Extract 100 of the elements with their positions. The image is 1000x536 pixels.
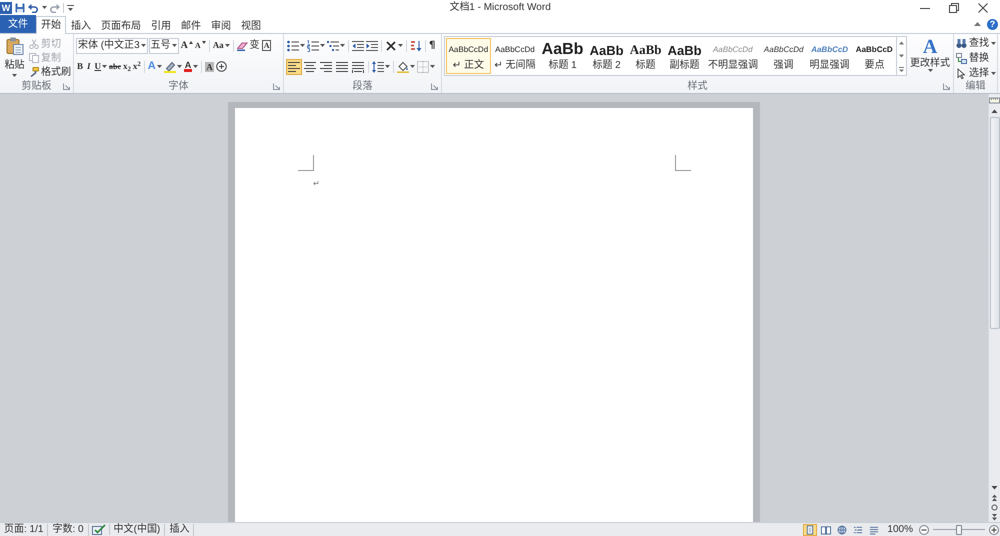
font-color-button[interactable]: A — [182, 58, 200, 74]
align-left-icon[interactable] — [286, 58, 302, 74]
caret-icon[interactable] — [991, 42, 996, 44]
help-button[interactable]: ? — [987, 18, 998, 30]
format-painter-button[interactable]: 格式刷 — [29, 65, 71, 79]
paste-button[interactable]: 粘贴 — [2, 34, 27, 80]
style-name: 标题 — [636, 60, 656, 72]
caret-icon[interactable] — [12, 74, 17, 77]
ribbon-tab[interactable]: 视图 — [236, 17, 266, 34]
caret-icon[interactable] — [340, 44, 345, 47]
caret-icon[interactable] — [385, 65, 390, 68]
dialog-launcher-icon[interactable] — [431, 83, 438, 90]
style-option[interactable]: AaBb 标题 1 — [539, 38, 586, 74]
phonetic-guide-button[interactable]: 变 — [248, 38, 261, 54]
numbering-button[interactable] — [306, 38, 326, 54]
show-marks-button[interactable]: ¶ — [428, 38, 436, 54]
style-option[interactable]: AaBbCcDd 强调 — [761, 38, 806, 74]
caret-up-icon[interactable] — [974, 22, 981, 26]
two-pages-icon[interactable] — [819, 524, 834, 536]
caret-icon[interactable] — [140, 44, 146, 47]
scroll-down-icon[interactable] — [989, 483, 1000, 492]
ribbon-tab[interactable]: 插入 — [66, 17, 96, 34]
caret-icon[interactable] — [928, 69, 933, 72]
double-down-arrow-icon[interactable] — [989, 513, 1000, 522]
zoom-out-icon[interactable] — [919, 524, 929, 534]
grow-font-button[interactable]: A — [180, 38, 194, 54]
font-size-field[interactable]: 五号 — [148, 38, 179, 54]
caret-icon[interactable] — [102, 65, 108, 68]
caret-icon[interactable] — [42, 6, 47, 9]
circle-icon[interactable] — [989, 503, 1000, 512]
increase-indent-icon[interactable] — [366, 40, 378, 52]
checked-box-icon[interactable] — [92, 524, 106, 535]
zoom-level[interactable]: 100% — [883, 524, 917, 536]
caret-icon[interactable] — [300, 44, 305, 47]
caret-icon[interactable] — [991, 72, 996, 74]
style-option[interactable]: AaBb 副标题 — [665, 38, 704, 74]
italic-button[interactable]: I — [84, 58, 94, 74]
caret-icon[interactable] — [156, 65, 162, 68]
ribbon-tab[interactable]: 审阅 — [206, 17, 236, 34]
style-option[interactable]: AaBbCcDd ↵ 正文 — [446, 38, 491, 74]
zoom-slider-thumb[interactable] — [956, 524, 962, 534]
zoom-in-icon[interactable] — [989, 524, 999, 534]
borders-button[interactable] — [416, 58, 436, 74]
style-option[interactable]: AaBb 标题 2 — [587, 38, 626, 74]
caret-icon[interactable] — [398, 44, 403, 47]
word-count[interactable]: 字数: 0 — [48, 524, 89, 536]
eraser-icon — [236, 40, 248, 50]
bold-button[interactable]: B — [76, 58, 84, 74]
strikethrough-button[interactable]: abc — [108, 58, 122, 74]
bullets-button[interactable] — [286, 38, 306, 54]
insert-mode-indicator[interactable]: 插入 — [165, 524, 194, 536]
caret-icon[interactable] — [176, 65, 182, 68]
font-name-field[interactable]: 宋体 (中文正3 — [76, 38, 148, 54]
restore-icon[interactable] — [949, 2, 959, 12]
ribbon-tab[interactable]: 邮件 — [176, 17, 206, 34]
ribbon-tab[interactable]: 开始 — [36, 16, 66, 34]
file-tab[interactable]: 文件 — [0, 15, 36, 33]
style-name: 标题 1 — [548, 60, 577, 72]
caret-icon[interactable] — [430, 65, 435, 68]
line-spacing-button[interactable] — [371, 58, 391, 74]
select-button[interactable]: 选择 — [956, 66, 996, 80]
ribbon-tab[interactable]: 引用 — [146, 17, 176, 34]
style-option[interactable]: AaBbCcD 要点 — [853, 38, 896, 74]
style-preview: AaBbCcD — [811, 44, 848, 56]
caret-icon[interactable] — [224, 44, 230, 47]
style-option[interactable]: AaBbCcD 明显强调 — [807, 38, 852, 74]
save-icon[interactable] — [15, 2, 25, 12]
subscript-button[interactable]: x$_{2}$ — [122, 58, 132, 74]
caret-icon[interactable] — [193, 65, 198, 68]
enclose-character-button[interactable] — [214, 58, 228, 74]
undo-icon[interactable] — [28, 2, 38, 12]
find-button[interactable]: 查找 — [956, 36, 996, 50]
replace-button[interactable]: 替换 — [956, 51, 996, 65]
change-case-button[interactable]: Aa — [212, 38, 231, 54]
dialog-launcher-icon[interactable] — [273, 83, 280, 90]
ribbon-tab[interactable]: 页面布局 — [96, 17, 146, 34]
globe-icon[interactable] — [835, 524, 850, 536]
language-indicator[interactable]: 中文(中国) — [110, 524, 166, 536]
decrease-indent-icon[interactable] — [352, 40, 364, 52]
style-option[interactable]: AaBbCcDd 不明显强调 — [705, 38, 760, 74]
cross-icon — [385, 40, 397, 52]
underline-button[interactable]: U — [94, 58, 108, 74]
caret-icon[interactable] — [320, 44, 325, 47]
dialog-launcher-icon[interactable] — [63, 83, 70, 90]
close-icon[interactable] — [978, 2, 988, 12]
superscript-button[interactable]: x$^{2}$ — [132, 58, 142, 74]
style-option[interactable]: AaBbCcDd ↵ 无间隔 — [492, 38, 538, 74]
customize-icon[interactable] — [67, 4, 74, 10]
shrink-font-button[interactable]: A — [194, 38, 207, 54]
caret-icon[interactable] — [172, 44, 177, 47]
scrollbar-thumb[interactable] — [990, 117, 1000, 329]
character-border-button[interactable]: A — [260, 38, 272, 54]
page-icon[interactable] — [803, 524, 818, 536]
page-count[interactable]: 页面: 1/1 — [0, 524, 48, 536]
sort-icon[interactable] — [410, 40, 422, 52]
double-up-arrow-icon[interactable] — [989, 493, 1000, 502]
caret-icon[interactable] — [410, 65, 415, 68]
dialog-launcher-icon[interactable] — [943, 83, 950, 90]
change-styles-button[interactable]: A 更改样式 — [909, 34, 951, 80]
style-option[interactable]: AaBb 标题 — [627, 38, 664, 74]
